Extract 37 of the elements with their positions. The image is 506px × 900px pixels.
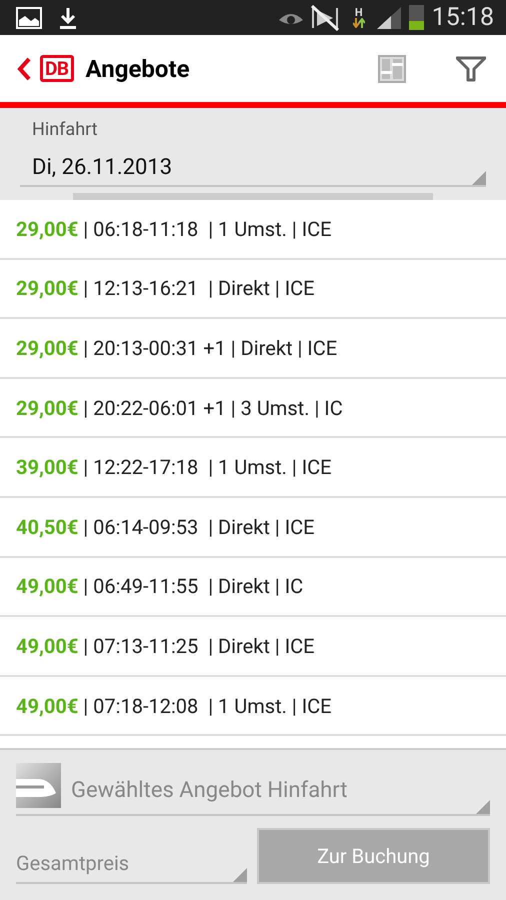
battery-icon <box>408 5 424 30</box>
dropdown-corner-icon <box>472 170 486 185</box>
offer-row[interactable]: 49,00€ | 06:49-11:55 | Direkt | IC <box>0 558 506 618</box>
dropdown-corner-icon <box>476 800 490 814</box>
offer-price: 49,00€ <box>16 692 78 720</box>
vibrate-off-icon <box>308 4 341 30</box>
offer-price: 29,00€ <box>16 334 78 362</box>
offer-price: 49,00€ <box>16 632 78 660</box>
offer-details: | 06:14-09:53 | Direkt | ICE <box>83 514 315 541</box>
back-button[interactable]: DB <box>16 55 74 82</box>
offer-price: 49,00€ <box>16 573 78 600</box>
offer-details: | 07:18-12:08 | 1 Umst. | ICE <box>83 692 332 720</box>
offer-price: 29,00€ <box>16 275 78 302</box>
screen-title: Angebote <box>86 54 190 84</box>
offer-details: | 20:22-06:01 +1 | 3 Umst. | IC <box>83 394 343 422</box>
date-dropdown[interactable]: Di, 26.11.2013 <box>20 151 486 187</box>
offer-details: | 06:49-11:55 | Direkt | IC <box>83 573 304 600</box>
offer-price: 40,50€ <box>16 514 78 541</box>
offer-details: | 06:18-11:18 | 1 Umst. | ICE <box>83 216 332 243</box>
image-icon <box>16 6 42 28</box>
logo: DB <box>40 55 74 82</box>
offer-details: | 12:22-17:18 | 1 Umst. | ICE <box>83 454 332 482</box>
offer-price: 29,00€ <box>16 216 78 243</box>
dropdown-corner-icon <box>233 868 247 882</box>
train-icon <box>16 763 61 808</box>
offer-details: | 20:13-00:31 +1 | Direkt | ICE <box>83 334 338 362</box>
back-chevron-icon <box>16 56 32 80</box>
clock: 15:18 <box>432 2 494 34</box>
offer-row[interactable]: 29,00€ | 12:13-16:21 | Direkt | ICE <box>0 260 506 320</box>
journey-label: Hinfahrt <box>32 118 99 142</box>
offer-price: 29,00€ <box>16 394 78 422</box>
download-icon <box>58 6 78 30</box>
offer-price: 39,00€ <box>16 454 78 482</box>
signal-icon <box>376 6 401 28</box>
offer-details: | 07:13-11:25 | Direkt | ICE <box>83 632 315 660</box>
offer-details: | 12:13-16:21 | Direkt | ICE <box>83 275 315 302</box>
filter-icon[interactable] <box>456 56 486 82</box>
